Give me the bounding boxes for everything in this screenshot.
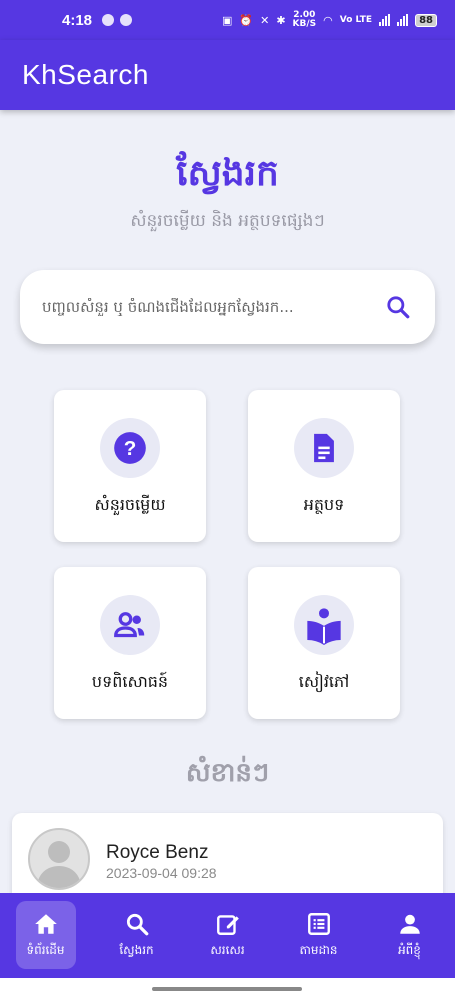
nav-item-write[interactable]: សរសេរ: [198, 901, 258, 969]
app-title: KhSearch: [22, 59, 149, 90]
nav-label: ស្វែងរក: [119, 942, 154, 957]
icon-circle: ?: [100, 418, 160, 478]
search-button[interactable]: [383, 292, 413, 322]
signal-icon: [397, 14, 409, 26]
person-icon: [399, 914, 420, 934]
help-circle-icon: ?: [114, 432, 146, 464]
default-avatar-icon: [37, 841, 81, 888]
notification-icon: [102, 14, 115, 26]
category-label: អត្ថបទ: [303, 495, 345, 514]
post-timestamp: 2023-09-04 09:28: [106, 865, 217, 881]
battery-icon: 88: [415, 13, 437, 27]
nav-item-about[interactable]: អំពីខ្ញុំ: [380, 901, 440, 969]
notification-icon: [120, 14, 133, 26]
icon-circle: [294, 418, 354, 478]
search-box: [20, 270, 435, 344]
category-card-qa[interactable]: ? សំនួរចម្លើយ: [54, 390, 206, 542]
category-card-experience[interactable]: បទពិសោធន៍: [54, 567, 206, 719]
post-author[interactable]: Royce Benz: [106, 842, 208, 864]
gesture-handle[interactable]: [152, 987, 302, 991]
bottom-nav: ទំព័រដើម ស្វែងរក សរសេរ តាមដាន អំពីខ្ញុំ: [0, 893, 455, 978]
wifi-icon: ◠: [323, 13, 333, 27]
avatar[interactable]: [28, 828, 90, 890]
status-time: 4:18: [62, 11, 93, 29]
category-card-books[interactable]: សៀវភៅ: [248, 567, 400, 719]
system-gesture-area: [0, 978, 455, 1000]
nav-label: អំពីខ្ញុំ: [398, 942, 421, 957]
svg-text:?: ?: [124, 437, 137, 460]
nav-label: ទំព័រដើម: [26, 942, 65, 957]
page-subtitle: សំនួរចម្លើយ និង អត្ថបទផ្សេងៗ: [130, 211, 325, 231]
bluetooth-icon: ✱: [276, 13, 286, 27]
signal-icon: [379, 14, 391, 26]
category-label: បទពិសោធន៍: [91, 672, 169, 691]
nfc-icon: ▣: [221, 13, 233, 27]
category-card-articles[interactable]: អត្ថបទ: [248, 390, 400, 542]
nav-item-following[interactable]: តាមដាន: [289, 901, 349, 969]
volte-label: Vo LTE: [339, 14, 373, 25]
document-icon: [314, 433, 334, 463]
category-label: សៀវភៅ: [298, 672, 350, 691]
search-icon: [126, 913, 148, 935]
list-icon: [307, 912, 330, 935]
people-icon: [114, 612, 145, 638]
nav-label: តាមដាន: [299, 942, 338, 957]
status-bar: 4:18 ▣ ⏰ ✕ ✱ 2.00 KB/S ◠ Vo LTE 88: [0, 0, 455, 40]
icon-circle: [100, 595, 160, 655]
status-right: ▣ ⏰ ✕ ✱ 2.00 KB/S ◠ Vo LTE 88: [222, 11, 437, 29]
icon-circle: [294, 595, 354, 655]
mute-icon: ✕: [260, 13, 270, 27]
section-title: សំខាន់ៗ: [185, 758, 270, 788]
home-icon: [34, 913, 57, 934]
network-speed: 2.00 KB/S: [292, 10, 317, 29]
alarm-icon: ⏰: [239, 13, 254, 27]
edit-icon: [216, 914, 239, 935]
search-input[interactable]: [42, 298, 383, 316]
reading-book-icon: [307, 608, 341, 645]
category-label: សំនួរចម្លើយ: [94, 495, 166, 514]
nav-label: សរសេរ: [210, 942, 245, 957]
search-icon: [387, 296, 410, 319]
notification-icons: [102, 14, 133, 26]
page-title: ស្វែងរក: [176, 153, 279, 194]
nav-item-search[interactable]: ស្វែងរក: [107, 901, 167, 969]
nav-item-home[interactable]: ទំព័រដើម: [15, 901, 76, 969]
app-bar: KhSearch: [0, 40, 455, 110]
